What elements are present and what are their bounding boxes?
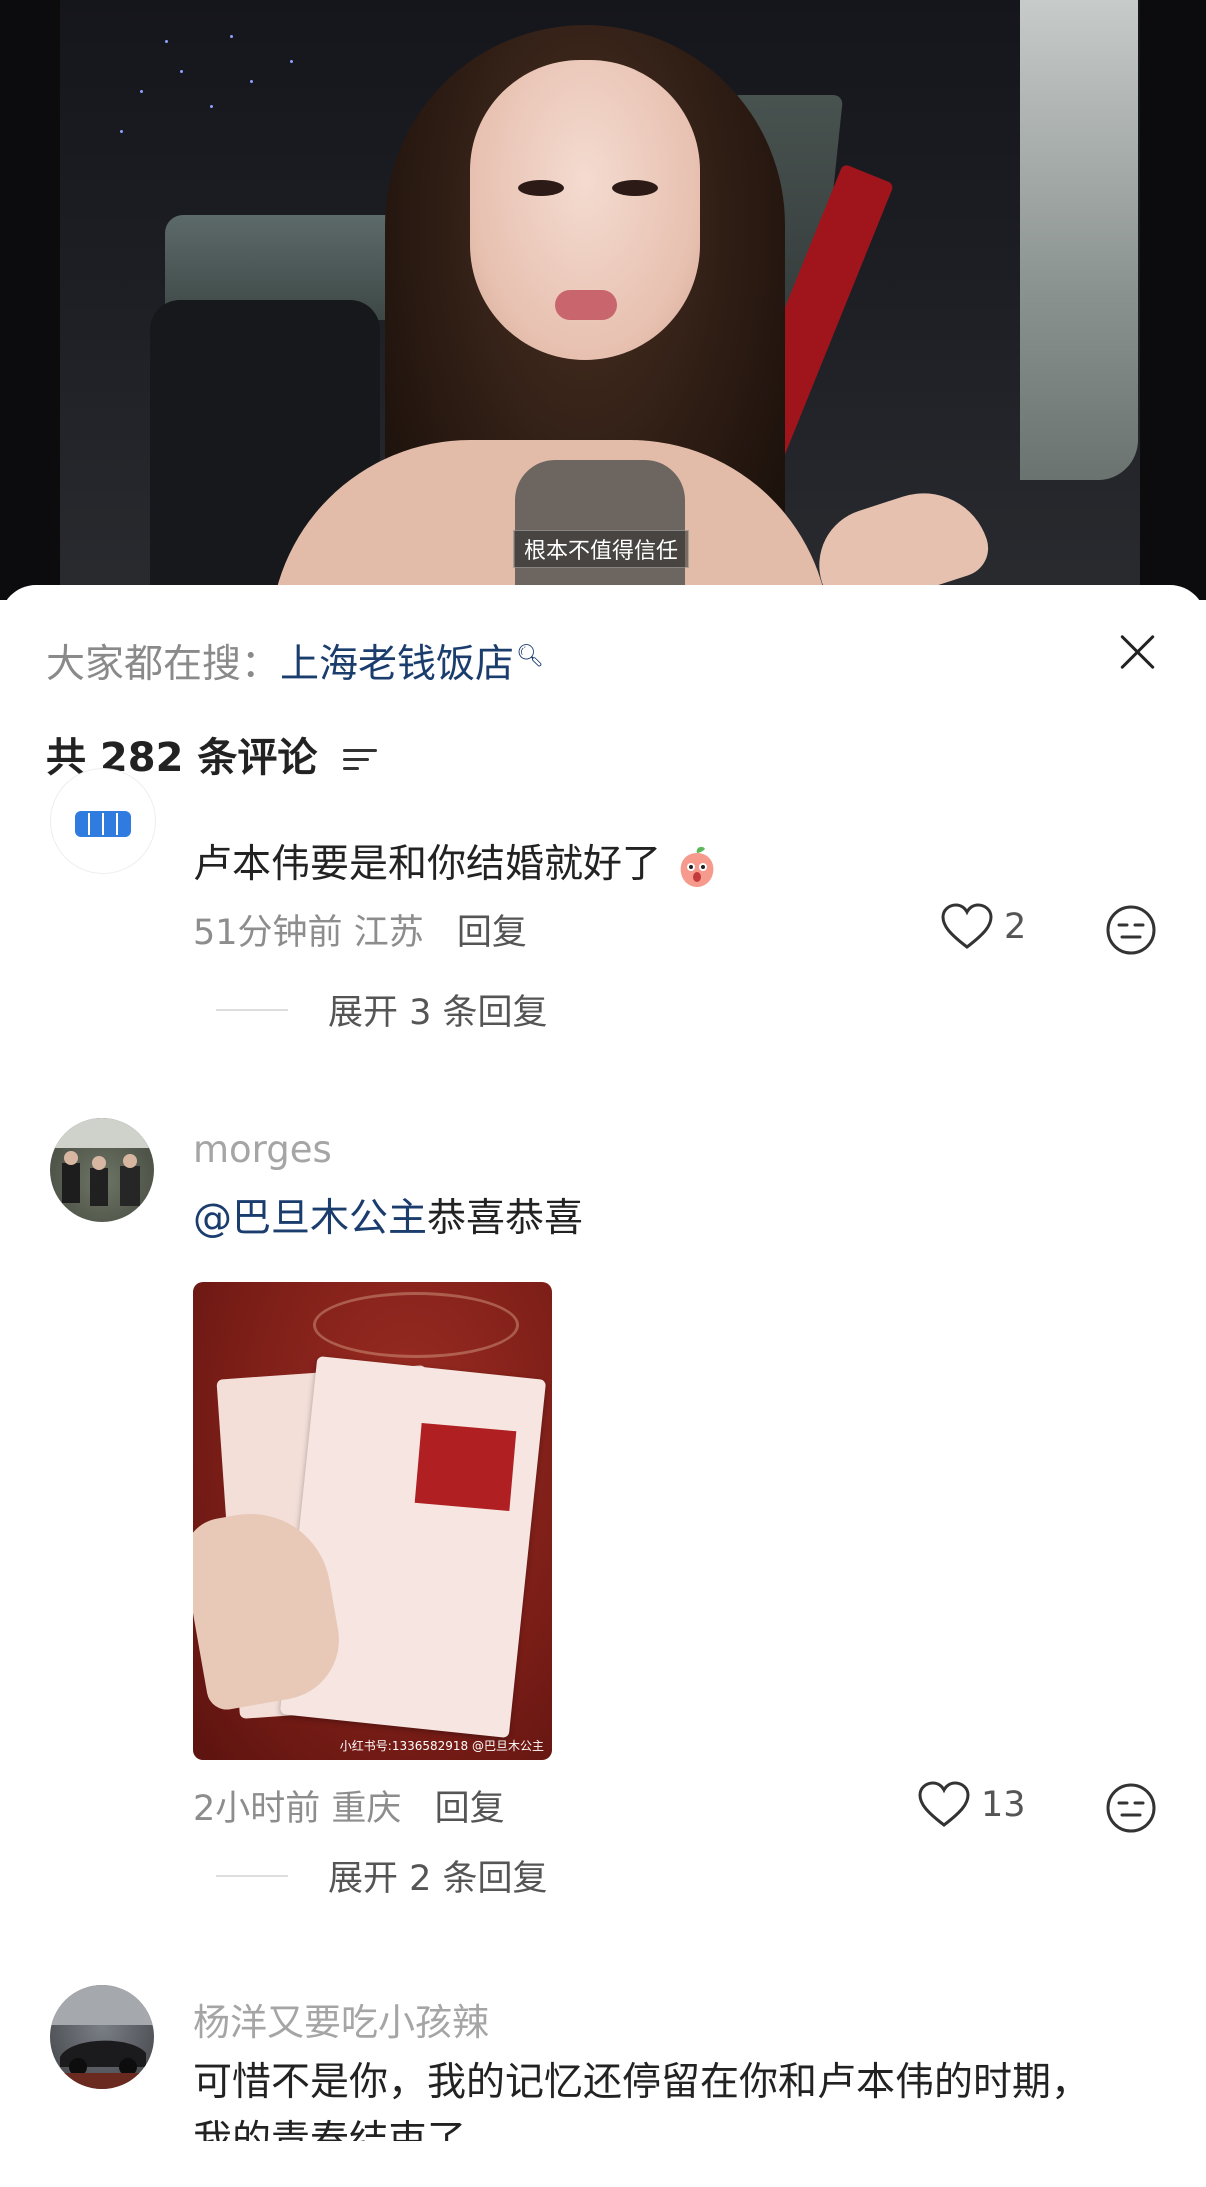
expand-replies-label: 展开 2 条回复	[328, 1859, 548, 1899]
comment-time: 2小时前	[193, 1789, 321, 1829]
video-player[interactable]: 根本不值得信任	[0, 0, 1206, 600]
reaction-emoji-icon[interactable]	[1105, 904, 1157, 956]
eye-left	[518, 180, 564, 196]
video-subtitle: 根本不值得信任	[513, 530, 690, 568]
sort-icon[interactable]	[343, 747, 378, 773]
expand-replies-label: 展开 3 条回复	[328, 993, 548, 1033]
comment-location: 江苏	[353, 913, 424, 953]
reaction-emoji-icon[interactable]	[1105, 1782, 1157, 1834]
comment-username[interactable]: morges	[193, 1128, 332, 1171]
like-count: 13	[981, 1785, 1026, 1825]
trending-search-term[interactable]: 上海老钱饭店	[280, 642, 514, 687]
comment-time: 51分钟前	[193, 913, 343, 953]
like-button[interactable]: 2	[940, 903, 1026, 951]
image-watermark: 小红书号:1336582918 @巴旦木公主	[339, 1739, 544, 1753]
reply-button[interactable]: 回复	[435, 1789, 505, 1829]
comment-text-line2: 我的青春结束了	[193, 2118, 467, 2141]
avatar[interactable]	[50, 1985, 154, 2089]
comment-username[interactable]: 杨洋又要吃小孩辣	[193, 1992, 489, 2046]
person-lips	[555, 290, 617, 320]
heart-icon	[918, 1781, 970, 1827]
like-button[interactable]: 13	[917, 1781, 1026, 1829]
avatar[interactable]	[50, 1118, 154, 1222]
divider	[216, 1008, 288, 1011]
avatar[interactable]	[50, 768, 156, 874]
comment-text: 卢本伟要是和你结婚就好了	[193, 836, 721, 894]
mention-link[interactable]: @巴旦木公主	[193, 1196, 427, 1241]
carpet-pattern	[313, 1292, 519, 1358]
search-icon: 🔍︎	[516, 644, 544, 669]
front-window	[1020, 0, 1138, 480]
comment-image[interactable]: 小红书号:1336582918 @巴旦木公主	[193, 1282, 552, 1760]
comment-meta: 2小时前 重庆 回复	[193, 1780, 505, 1831]
like-count: 2	[1004, 907, 1027, 947]
trending-search-prefix: 大家都在搜：	[46, 642, 281, 687]
couple-photo	[414, 1423, 517, 1511]
heart-icon	[941, 903, 993, 949]
close-icon[interactable]	[1112, 627, 1162, 677]
comment-text: 可惜不是你，我的记忆还停留在你和卢本伟的时期， 我的青春结束了	[193, 2060, 1091, 2141]
trending-search[interactable]: 大家都在搜：上海老钱饭店🔍︎	[46, 633, 544, 689]
eye-right	[612, 180, 658, 196]
peach-face-icon	[681, 846, 714, 887]
reply-button[interactable]: 回复	[457, 913, 527, 953]
comment-panel: 大家都在搜：上海老钱饭店🔍︎ 共 282 条评论	[0, 585, 1206, 2187]
comment-text: @巴旦木公主恭喜恭喜	[193, 1196, 584, 1241]
expand-replies[interactable]: 展开 3 条回复	[216, 984, 548, 1035]
divider	[216, 1874, 288, 1877]
comment-meta: 51分钟前 江苏 回复	[193, 904, 527, 955]
expand-replies[interactable]: 展开 2 条回复	[216, 1850, 548, 1901]
comment-location: 重庆	[331, 1789, 402, 1829]
